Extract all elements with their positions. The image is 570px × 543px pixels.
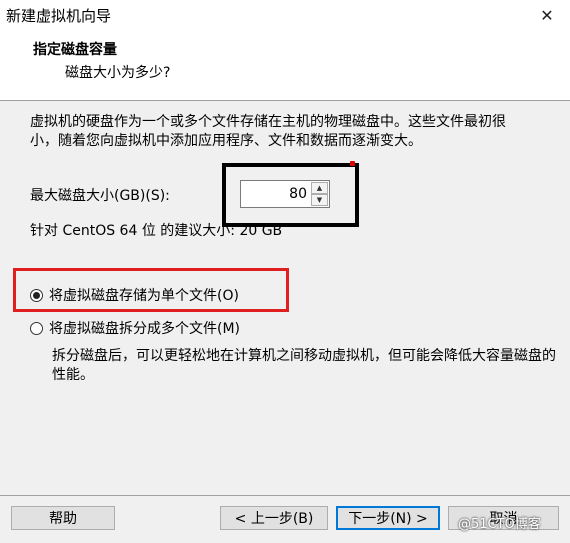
radio-unselected-icon <box>30 321 43 335</box>
spinner-up-button[interactable]: ▲ <box>311 182 328 194</box>
next-button[interactable]: 下一步(N) > <box>336 506 440 530</box>
arrow-up-icon: ▲ <box>316 184 323 192</box>
disk-size-spinner[interactable]: 80 ▲ ▼ <box>240 180 330 208</box>
radio-single-file[interactable]: 将虚拟磁盘存储为单个文件(O) <box>30 285 239 305</box>
wizard-header: 指定磁盘容量 磁盘大小为多少? <box>0 30 570 100</box>
help-button[interactable]: 帮助 <box>11 506 115 530</box>
recommended-size: 针对 CentOS 64 位 的建议大小: 20 GB <box>30 223 283 239</box>
back-button[interactable]: < 上一步(B) <box>220 506 328 530</box>
close-icon: ✕ <box>540 5 554 25</box>
wizard-footer: 帮助 < 上一步(B) 下一步(N) > 取消 @51CTO博客 <box>0 496 570 543</box>
arrow-down-icon: ▼ <box>316 196 323 204</box>
window-title: 新建虚拟机向导 <box>6 7 112 25</box>
watermark: @51CTO博客 <box>458 517 541 532</box>
disk-size-input[interactable]: 80 <box>241 181 309 207</box>
radio-single-file-label: 将虚拟磁盘存储为单个文件(O) <box>49 288 239 304</box>
page-subtitle: 磁盘大小为多少? <box>65 65 171 81</box>
annotation-red-dot <box>350 161 355 166</box>
disk-description: 虚拟机的硬盘作为一个或多个文件存储在主机的物理磁盘中。这些文件最初很小，随着您向… <box>30 114 506 149</box>
radio-split-files[interactable]: 将虚拟磁盘拆分成多个文件(M) <box>30 318 240 338</box>
spinner-down-button[interactable]: ▼ <box>311 194 328 206</box>
split-description: 拆分磁盘后，可以更轻松地在计算机之间移动虚拟机，但可能会降低大容量磁盘的性能。 <box>52 348 556 383</box>
wizard-content: 虚拟机的硬盘作为一个或多个文件存储在主机的物理磁盘中。这些文件最初很小，随着您向… <box>0 101 570 495</box>
page-title: 指定磁盘容量 <box>33 42 117 58</box>
close-button[interactable]: ✕ <box>524 0 570 30</box>
title-bar: 新建虚拟机向导 ✕ <box>0 0 570 30</box>
radio-selected-icon <box>30 288 43 302</box>
max-disk-size-label: 最大磁盘大小(GB)(S): <box>30 188 170 204</box>
radio-split-files-label: 将虚拟磁盘拆分成多个文件(M) <box>49 321 241 337</box>
